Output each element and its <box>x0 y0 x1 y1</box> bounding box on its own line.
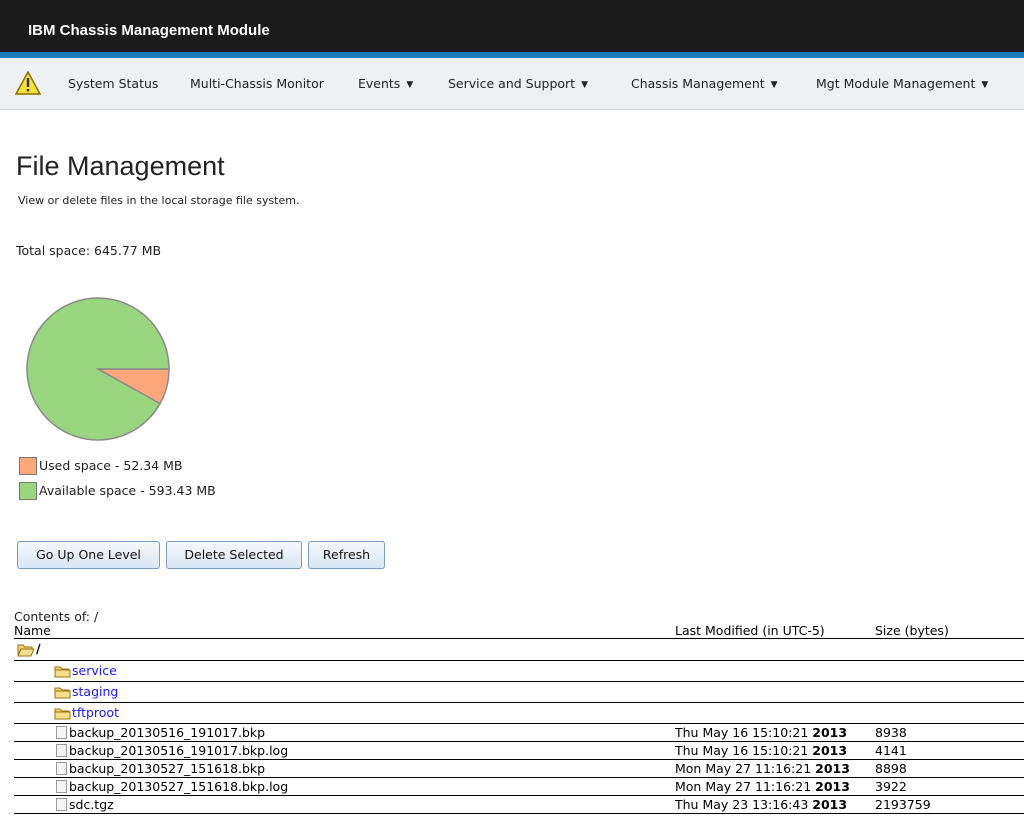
table-header: Name Last Modified (in UTC-5) Size (byte… <box>14 623 1024 639</box>
file-modified: Mon May 27 11:16:21 2013 <box>675 779 850 794</box>
file-checkbox[interactable] <box>56 762 67 775</box>
file-size: 4141 <box>875 743 907 758</box>
pie-slice-available <box>26 297 170 441</box>
folder-icon <box>54 687 71 699</box>
file-year: 2013 <box>815 779 850 794</box>
nav-service-support-label: Service and Support <box>448 76 576 91</box>
contents-of-label: Contents of: / <box>14 609 99 624</box>
go-up-one-level-button[interactable]: Go Up One Level <box>17 541 160 569</box>
file-checkbox[interactable] <box>56 726 67 739</box>
caret-down-icon: ▼ <box>981 80 989 90</box>
file-size: 2193759 <box>875 797 931 812</box>
table-row: sdc.tgz Thu May 23 13:16:43 2013 2193759 <box>14 796 1024 814</box>
table-row: backup_20130527_151618.bkp.log Mon May 2… <box>14 778 1024 796</box>
nav-chassis-management-menu[interactable]: Chassis Management ▼ <box>631 76 778 91</box>
table-row: staging <box>14 682 1024 703</box>
folder-open-icon <box>17 644 35 656</box>
table-row: tftproot <box>14 703 1024 724</box>
table-row: service <box>14 661 1024 682</box>
legend-label-used: Used space - 52.34 MB <box>39 458 183 473</box>
file-year: 2013 <box>812 743 848 758</box>
legend-swatch-available <box>19 482 37 500</box>
nav-mgt-module-management-menu[interactable]: Mgt Module Management ▼ <box>816 76 988 91</box>
warning-icon[interactable] <box>15 71 41 95</box>
file-checkbox[interactable] <box>56 798 67 811</box>
table-row: backup_20130516_191017.bkp Thu May 16 15… <box>14 724 1024 742</box>
nav-multi-chassis-monitor-label: Multi-Chassis Monitor <box>190 76 324 91</box>
caret-down-icon: ▼ <box>581 80 588 90</box>
app-title: IBM Chassis Management Module <box>28 22 270 39</box>
file-name: backup_20130516_191017.bkp <box>69 725 266 740</box>
folder-name: staging <box>72 684 119 699</box>
file-size: 3922 <box>875 779 907 794</box>
table-row-root: / <box>14 640 1024 661</box>
file-date: Thu May 23 13:16:43 <box>675 797 809 812</box>
nav-events-label: Events <box>358 76 401 91</box>
nav-system-status-label: System Status <box>68 76 159 91</box>
legend-label-available: Available space - 593.43 MB <box>39 483 216 498</box>
nav-mgt-module-management-label: Mgt Module Management <box>816 76 976 91</box>
file-modified: Thu May 16 15:10:21 2013 <box>675 725 847 740</box>
nav-system-status[interactable]: System Status <box>68 76 158 91</box>
nav-service-support-menu[interactable]: Service and Support ▼ <box>448 76 588 91</box>
file-year: 2013 <box>812 797 848 812</box>
file-year: 2013 <box>815 761 850 776</box>
file-modified: Mon May 27 11:16:21 2013 <box>675 761 850 776</box>
file-modified: Thu May 23 13:16:43 2013 <box>675 797 847 812</box>
folder-link-tftproot[interactable]: tftproot <box>54 705 119 720</box>
file-date: Mon May 27 11:16:21 <box>675 779 812 794</box>
file-name: backup_20130527_151618.bkp.log <box>69 779 289 794</box>
file-name: sdc.tgz <box>69 797 114 812</box>
folder-link-staging[interactable]: staging <box>54 684 118 699</box>
file-checkbox[interactable] <box>56 780 67 793</box>
caret-down-icon: ▼ <box>770 80 778 90</box>
nav-chassis-management-label: Chassis Management <box>631 76 765 91</box>
legend-available: Available space - 593.43 MB <box>19 482 216 500</box>
page-description: View or delete files in the local storag… <box>18 194 300 207</box>
file-name: backup_20130527_151618.bkp <box>69 761 266 776</box>
folder-icon <box>54 708 71 720</box>
total-space: Total space: 645.77 MB <box>16 243 162 258</box>
nav-events-menu[interactable]: Events ▼ <box>358 76 413 91</box>
folder-icon <box>54 666 71 678</box>
main-nav: System Status Multi-Chassis Monitor Even… <box>0 58 1024 110</box>
root-folder[interactable]: / <box>17 641 41 657</box>
legend-used: Used space - 52.34 MB <box>19 457 183 475</box>
delete-selected-button[interactable]: Delete Selected <box>166 541 302 569</box>
file-name-cell: backup_20130527_151618.bkp <box>56 761 265 776</box>
file-date: Thu May 16 15:10:21 <box>675 743 809 758</box>
folder-link-service[interactable]: service <box>54 663 117 678</box>
table-row: backup_20130516_191017.bkp.log Thu May 1… <box>14 742 1024 760</box>
root-folder-label: / <box>36 641 41 656</box>
file-size: 8898 <box>875 761 907 776</box>
table-row: backup_20130527_151618.bkp Mon May 27 11… <box>14 760 1024 778</box>
nav-multi-chassis-monitor[interactable]: Multi-Chassis Monitor <box>190 76 324 91</box>
storage-pie-chart <box>26 297 170 441</box>
column-header-name: Name <box>14 623 51 638</box>
file-name-cell: sdc.tgz <box>56 797 114 812</box>
file-name: backup_20130516_191017.bkp.log <box>69 743 289 758</box>
file-name-cell: backup_20130516_191017.bkp <box>56 725 265 740</box>
caret-down-icon: ▼ <box>406 80 414 90</box>
file-name-cell: backup_20130527_151618.bkp.log <box>56 779 288 794</box>
file-size: 8938 <box>875 725 907 740</box>
column-header-size: Size (bytes) <box>875 623 949 638</box>
page-title: File Management <box>16 151 225 181</box>
file-name-cell: backup_20130516_191017.bkp.log <box>56 743 288 758</box>
refresh-button[interactable]: Refresh <box>308 541 385 569</box>
file-date: Mon May 27 11:16:21 <box>675 761 812 776</box>
file-year: 2013 <box>812 725 848 740</box>
folder-name: tftproot <box>72 705 119 720</box>
file-date: Thu May 16 15:10:21 <box>675 725 809 740</box>
folder-name: service <box>72 663 117 678</box>
legend-swatch-used <box>19 457 37 475</box>
column-header-last-modified: Last Modified (in UTC-5) <box>675 623 825 638</box>
file-checkbox[interactable] <box>56 744 67 757</box>
app-header: IBM Chassis Management Module <box>0 0 1024 52</box>
file-modified: Thu May 16 15:10:21 2013 <box>675 743 847 758</box>
